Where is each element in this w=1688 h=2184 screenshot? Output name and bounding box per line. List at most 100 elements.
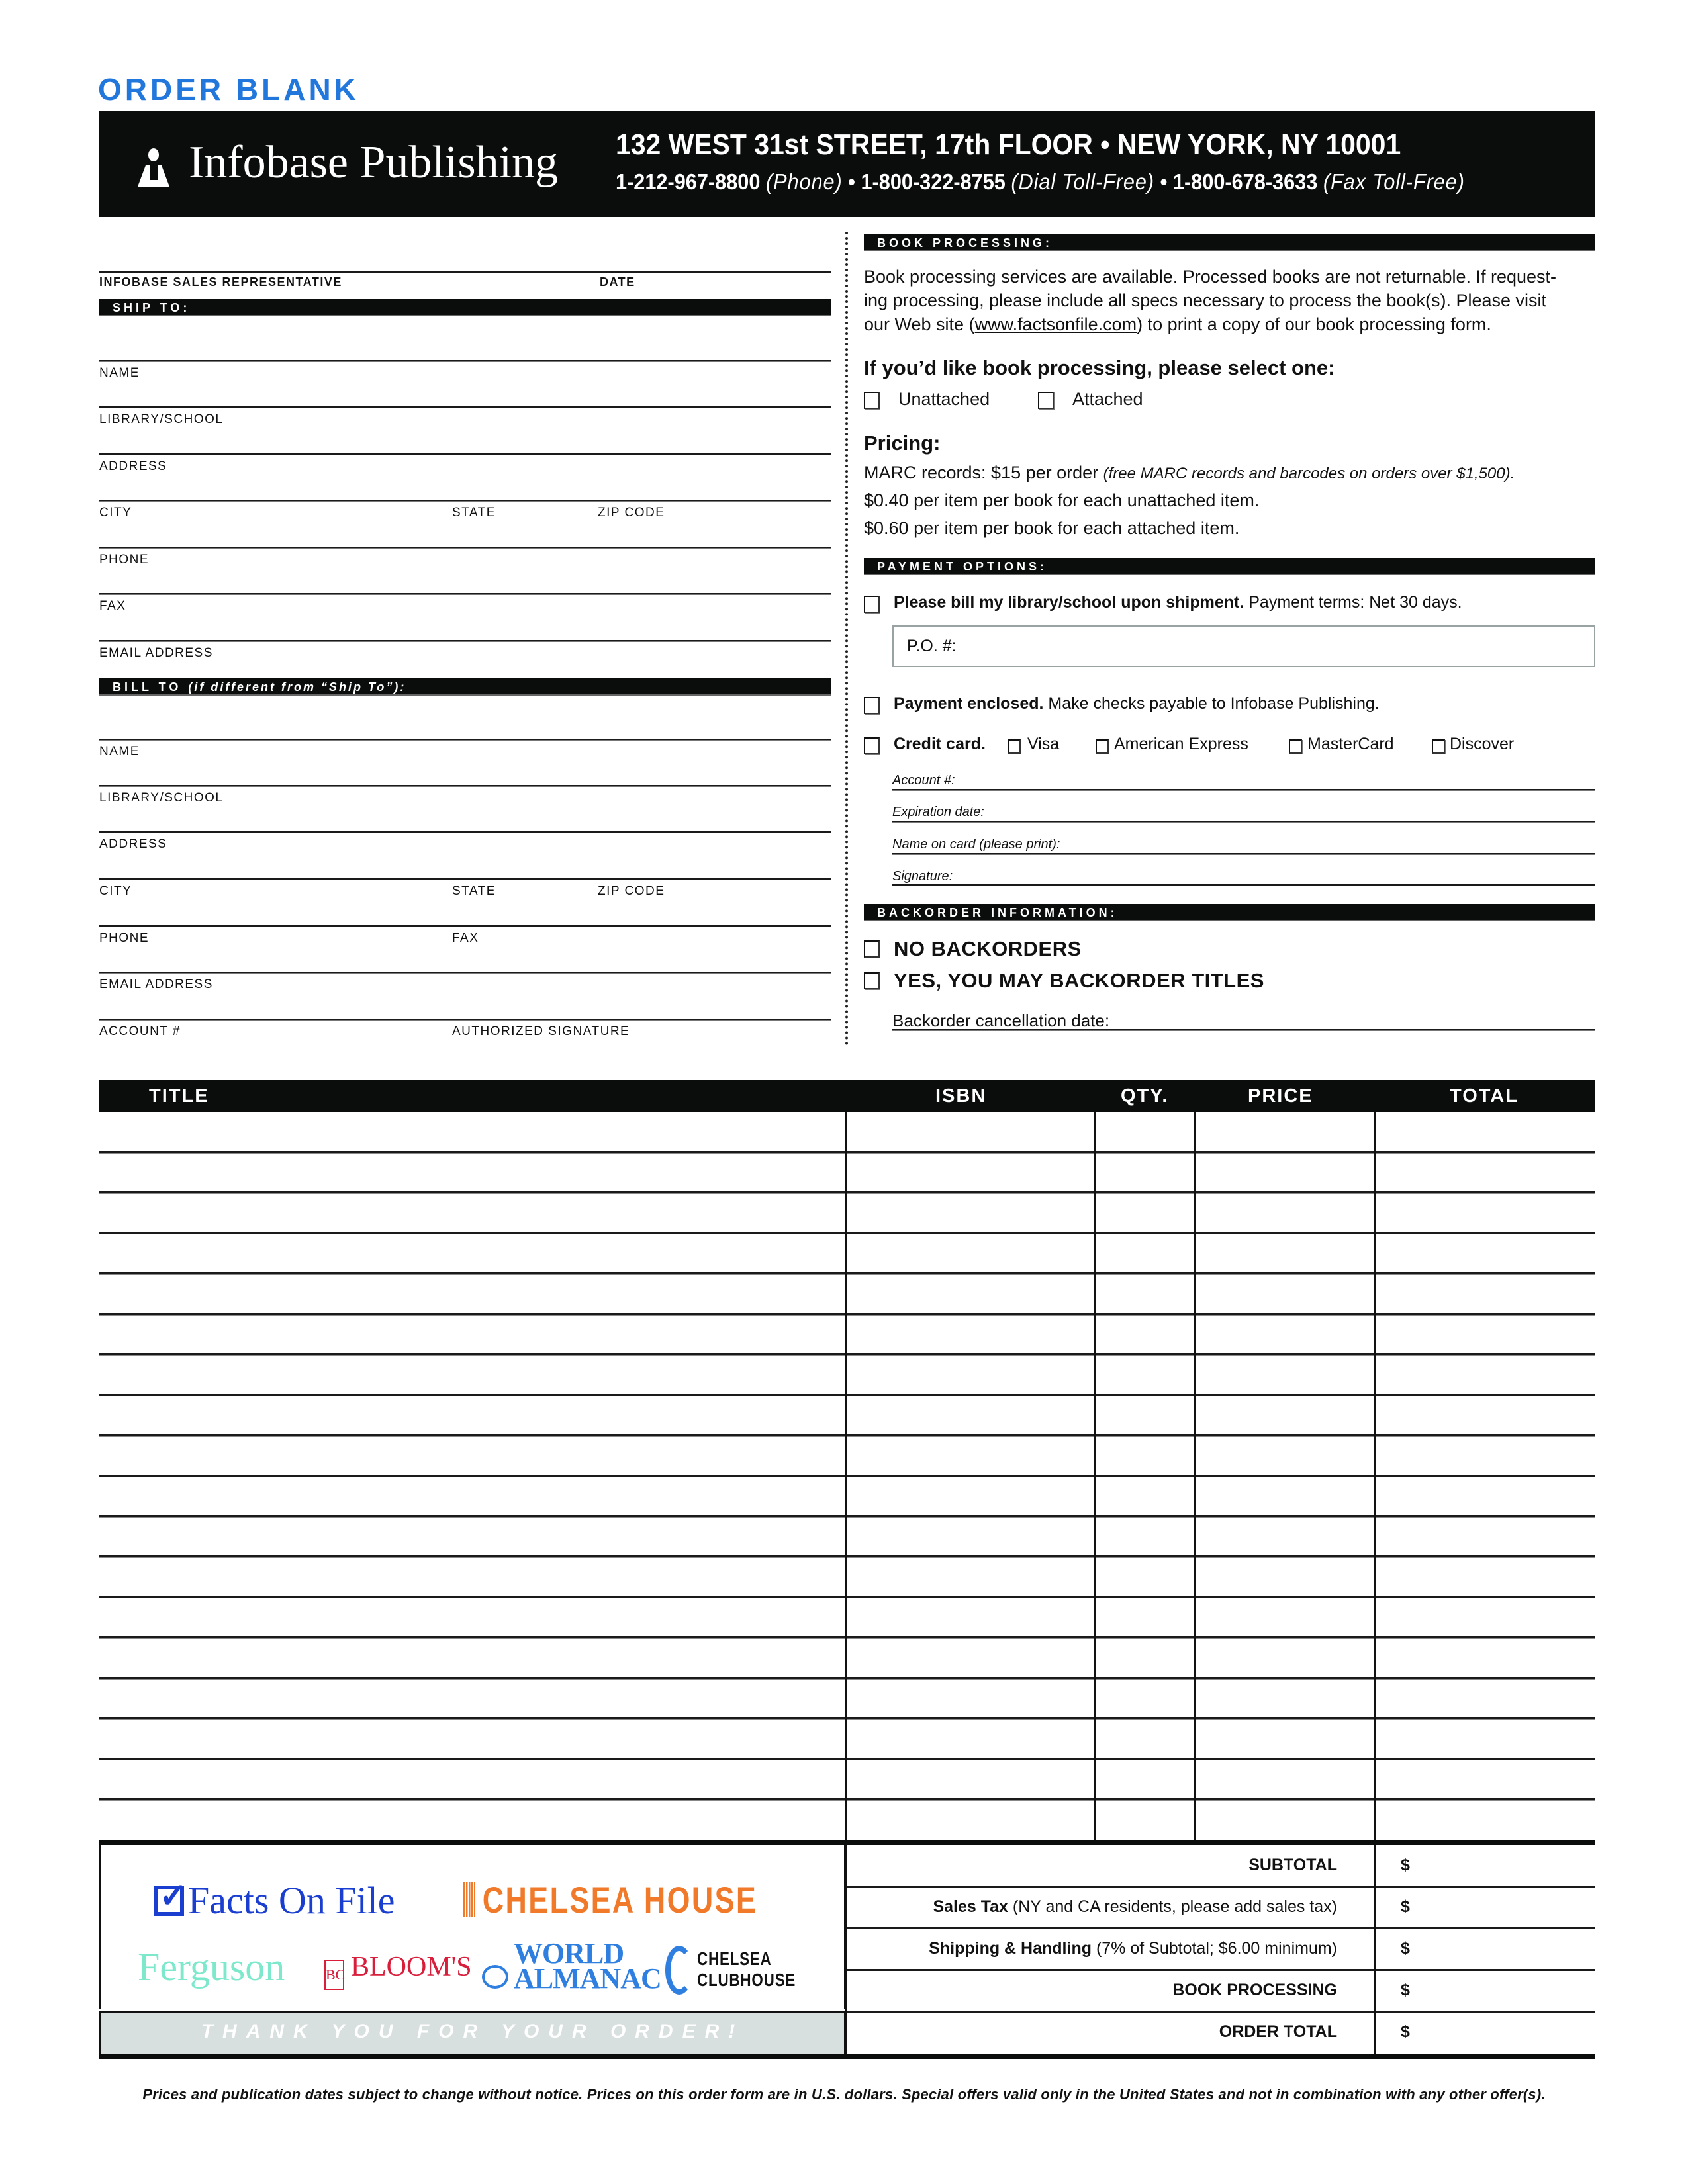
thank-you-banner: THANK YOU FOR YOUR ORDER!	[99, 2011, 846, 2054]
po-number-input[interactable]	[892, 625, 1595, 667]
bill-name-label: NAME	[99, 745, 140, 758]
description-text: our Web site (	[864, 314, 975, 334]
bill-city-state-zip-field[interactable]	[99, 878, 831, 880]
card-name-field[interactable]	[892, 853, 1595, 855]
backorder-cancel-field[interactable]	[892, 1029, 1595, 1031]
column-total: TOTAL	[1450, 1085, 1519, 1107]
bill-signature-label: AUTHORIZED SIGNATURE	[452, 1024, 630, 1038]
facts-on-file-logo: Facts On File	[154, 1876, 395, 1923]
total-label-note: (7% of Subtotal; $6.00 minimum)	[1092, 1938, 1337, 1958]
card-signature-label: Signature:	[892, 869, 953, 884]
currency-symbol: $	[1401, 1897, 1410, 1916]
ship-email-field[interactable]	[99, 640, 831, 642]
card-expiration-field[interactable]	[892, 821, 1595, 823]
totals-left-border	[845, 1845, 847, 2054]
bill-name-field[interactable]	[99, 739, 831, 741]
total-label-bold: SUBTOTAL	[1248, 1855, 1337, 1874]
total-label-bold: ORDER TOTAL	[1219, 2022, 1337, 2041]
ship-phone-field[interactable]	[99, 547, 831, 549]
order-table-row[interactable]	[99, 1637, 1595, 1678]
card-signature-field[interactable]	[892, 884, 1595, 886]
ship-library-field[interactable]	[99, 406, 831, 408]
order-table-row[interactable]	[99, 1112, 1595, 1152]
bill-phone-fax-field[interactable]	[99, 925, 831, 927]
column-divider	[1194, 1112, 1196, 1840]
bill-fax-label: FAX	[452, 931, 479, 945]
payment-options-header: PAYMENT OPTIONS:	[864, 558, 1595, 575]
bill-library-checkbox[interactable]	[864, 596, 880, 613]
clubhouse-c-icon	[665, 1946, 693, 1995]
ship-fax-field[interactable]	[99, 593, 831, 595]
yes-backorder-checkbox[interactable]	[864, 972, 880, 989]
sales-rep-field[interactable]	[99, 271, 831, 273]
order-table-row[interactable]	[99, 1516, 1595, 1557]
infobase-person-icon	[138, 148, 169, 187]
ship-state-label: STATE	[452, 506, 496, 520]
thank-you-text: THANK YOU FOR YOUR ORDER!	[201, 2021, 745, 2042]
bill-zip-label: ZIP CODE	[598, 884, 665, 898]
column-divider	[1374, 1112, 1376, 1840]
order-table-row[interactable]	[99, 1719, 1595, 1759]
book-processing-select-heading: If you’d like book processing, please se…	[864, 356, 1335, 379]
ship-name-field[interactable]	[99, 360, 831, 362]
ship-email-label: EMAIL ADDRESS	[99, 646, 213, 660]
credit-card-checkbox[interactable]	[864, 737, 880, 754]
publisher-logo-text: Infobase Publishing	[189, 137, 559, 188]
pricing-disclaimer: Prices and publication dates subject to …	[142, 2086, 1546, 2103]
order-table-row[interactable]	[99, 1193, 1595, 1233]
card-account-field[interactable]	[892, 789, 1595, 791]
bill-email-field[interactable]	[99, 972, 831, 974]
credit-card-bold: Credit card.	[894, 735, 986, 753]
pricing-heading: Pricing:	[864, 432, 941, 455]
order-table-row[interactable]	[99, 1597, 1595, 1637]
order-table-row[interactable]	[99, 1557, 1595, 1597]
ship-address-field[interactable]	[99, 453, 831, 455]
mastercard-checkbox[interactable]	[1289, 739, 1302, 754]
discover-checkbox[interactable]	[1432, 739, 1445, 754]
order-table-row[interactable]	[99, 1273, 1595, 1314]
bill-state-label: STATE	[452, 884, 496, 898]
bill-address-field[interactable]	[99, 831, 831, 833]
visa-checkbox[interactable]	[1008, 739, 1021, 754]
order-table-row[interactable]	[99, 1799, 1595, 1840]
unattached-checkbox[interactable]	[864, 392, 880, 409]
totals-column-divider	[1374, 1845, 1376, 2054]
ship-zip-label: ZIP CODE	[598, 506, 665, 520]
order-table-row[interactable]	[99, 1395, 1595, 1435]
ship-to-header: SHIP TO:	[99, 299, 831, 316]
order-table-row[interactable]	[99, 1355, 1595, 1395]
order-table-header: TITLE ISBN QTY. PRICE TOTAL	[99, 1080, 1595, 1112]
amex-checkbox[interactable]	[1096, 739, 1109, 754]
total-label: Sales Tax (NY and CA residents, please a…	[933, 1897, 1337, 1917]
bill-to-note: (if different from “Ship To”):	[188, 680, 406, 694]
publisher-address: 132 WEST 31st STREET, 17th FLOOR • NEW Y…	[616, 128, 1401, 161]
total-label: BOOK PROCESSING	[1172, 1981, 1337, 2000]
order-table-row[interactable]	[99, 1759, 1595, 1799]
order-table-row[interactable]	[99, 1314, 1595, 1355]
pricing-text: MARC records: $15 per order	[864, 463, 1103, 482]
checkbox-logo-icon	[154, 1876, 188, 1916]
order-table-row[interactable]	[99, 1678, 1595, 1719]
no-backorders-checkbox[interactable]	[864, 940, 880, 958]
pricing-note: (free MARC records and barcodes on order…	[1103, 465, 1515, 482]
ship-address-label: ADDRESS	[99, 459, 167, 473]
bill-to-header: BILL TO (if different from “Ship To”):	[99, 678, 831, 696]
bill-library-field[interactable]	[99, 785, 831, 787]
ferguson-logo: Ferguson	[138, 1945, 285, 1989]
chelsea-house-text: CHELSEA HOUSE	[482, 1879, 758, 1921]
order-table-row[interactable]	[99, 1233, 1595, 1273]
attached-checkbox[interactable]	[1038, 392, 1054, 409]
ship-city-state-zip-field[interactable]	[99, 500, 831, 502]
order-table-row[interactable]	[99, 1152, 1595, 1193]
description-line: ing processing, please include all specs…	[864, 291, 1547, 310]
total-label: ORDER TOTAL	[1219, 2023, 1337, 2042]
factsonfile-link[interactable]: www.factsonfile.com	[975, 314, 1137, 334]
payment-enclosed-checkbox[interactable]	[864, 697, 880, 714]
bill-library-bold: Please bill my library/school upon shipm…	[894, 593, 1244, 612]
column-qty: QTY.	[1121, 1085, 1169, 1107]
ship-phone-label: PHONE	[99, 553, 150, 567]
bill-account-signature-field[interactable]	[99, 1019, 831, 1021]
order-table-row[interactable]	[99, 1435, 1595, 1476]
order-table-row[interactable]	[99, 1476, 1595, 1516]
bill-to-title: BILL TO	[113, 680, 182, 694]
